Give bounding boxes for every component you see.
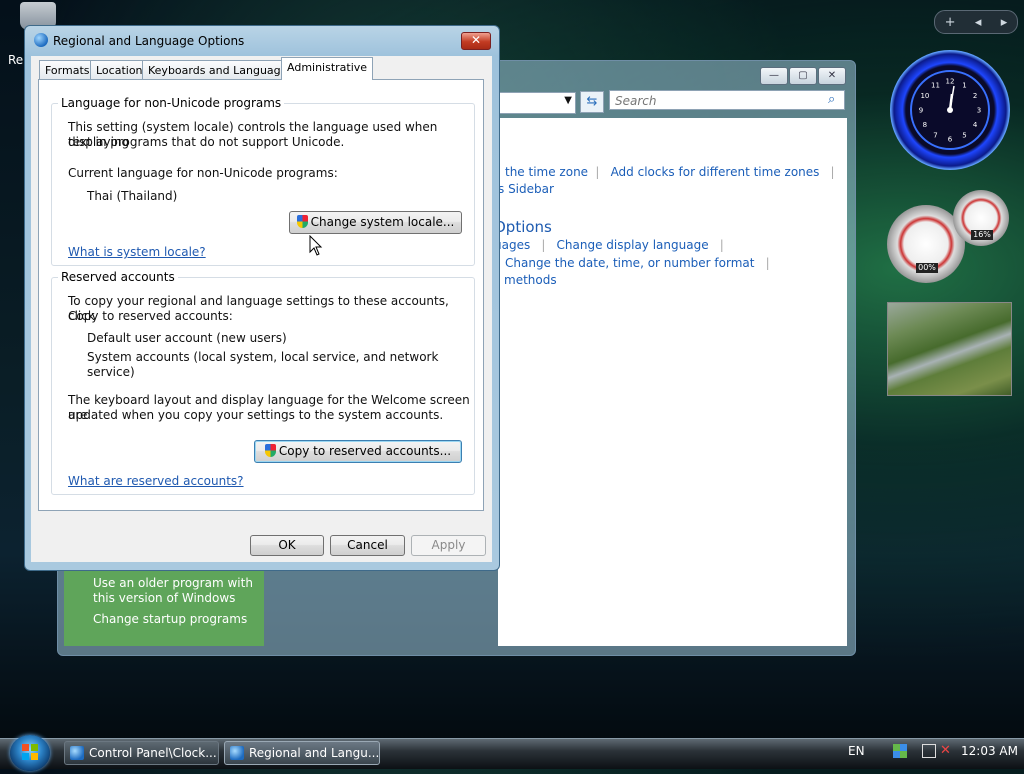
start-button[interactable]	[10, 735, 50, 771]
tab-keyboards-languages[interactable]: Keyboards and Languages	[142, 60, 300, 79]
cancel-button[interactable]: Cancel	[330, 535, 405, 556]
clock-numeral: 12	[946, 78, 955, 86]
clock-numeral: 6	[948, 136, 953, 144]
what-are-reserved-accounts-link[interactable]: What are reserved accounts?	[68, 474, 244, 488]
reserved-item-system-accounts: System accounts (local system, local ser…	[87, 350, 439, 379]
uac-shield-icon	[296, 215, 308, 228]
link-startup-programs[interactable]: Change startup programs	[93, 612, 263, 627]
copy-to-reserved-accounts-button[interactable]: Copy to reserved accounts...	[254, 440, 462, 463]
group-label-non-unicode: Language for non-Unicode programs	[58, 96, 285, 110]
link-time-zone[interactable]: the time zone	[505, 165, 588, 179]
link-input-methods[interactable]: methods	[504, 273, 557, 287]
globe-icon	[34, 33, 48, 47]
tab-formats[interactable]: Formats	[39, 60, 96, 79]
sidebar-add-button[interactable]: +	[945, 15, 956, 30]
clock-numeral: 10	[920, 92, 929, 100]
clock-numeral: 2	[973, 92, 977, 100]
windows-logo-icon	[22, 744, 38, 760]
volume-muted-icon[interactable]: ✕	[940, 743, 951, 758]
slideshow-gadget[interactable]	[887, 302, 1012, 396]
address-bar[interactable]: ▼	[499, 92, 576, 114]
current-language-value: Thai (Thailand)	[87, 189, 178, 203]
refresh-icon[interactable]: ⇆	[580, 91, 604, 113]
link-sidebar[interactable]: s Sidebar	[498, 182, 554, 196]
clock-numeral: 11	[931, 81, 940, 89]
clock-numeral: 1	[962, 81, 966, 89]
apply-button[interactable]: Apply	[411, 535, 486, 556]
close-button[interactable]: ✕	[818, 67, 846, 85]
clock-face: 12 1 2 3 4 5 6 7 8 9 10 11	[910, 70, 990, 150]
display-icon[interactable]	[922, 744, 936, 758]
reserved-item-default-user: Default user account (new users)	[87, 331, 287, 345]
administrative-tab-panel: Language for non-Unicode programs This s…	[38, 79, 484, 511]
change-system-locale-button[interactable]: Change system locale...	[289, 211, 462, 234]
what-is-system-locale-link[interactable]: What is system locale?	[68, 245, 206, 259]
recycle-bin-label: Re	[8, 53, 24, 67]
section-heading[interactable]: Options	[494, 218, 552, 236]
chevron-down-icon[interactable]: ▼	[564, 95, 572, 106]
control-panel-icon	[70, 746, 84, 760]
group-label-reserved-accounts: Reserved accounts	[58, 270, 178, 284]
language-indicator[interactable]: EN	[848, 744, 865, 758]
clock-hands-icon: 12 1234567891011	[919, 78, 981, 144]
regional-language-dialog: Regional and Language Options ✕ Formats …	[24, 25, 500, 571]
non-unicode-group: Language for non-Unicode programs This s…	[51, 96, 475, 266]
clock-numeral: 7	[933, 132, 937, 140]
link-date-format[interactable]: Change the date, time, or number format	[505, 256, 754, 270]
current-language-label: Current language for non-Unicode program…	[68, 166, 338, 180]
clock-numeral: 5	[962, 132, 966, 140]
globe-icon	[230, 746, 244, 760]
search-input[interactable]: Search	[609, 90, 845, 110]
locale-description-2: text in programs that do not support Uni…	[68, 135, 345, 149]
taskbar-item-regional-language[interactable]: Regional and Langu...	[224, 741, 380, 765]
ram-meter-value: 16%	[971, 230, 993, 240]
mouse-cursor-icon	[309, 235, 323, 256]
ok-button[interactable]: OK	[250, 535, 324, 556]
clock-time[interactable]: 12:03 AM	[961, 744, 1018, 758]
clock-numeral: 9	[919, 107, 923, 115]
tab-administrative[interactable]: Administrative	[281, 57, 374, 80]
clock-gadget[interactable]: 12 1 2 3 4 5 6 7 8 9 10 11	[890, 50, 1010, 170]
clock-numeral: 4	[973, 121, 978, 129]
dialog-title: Regional and Language Options	[53, 34, 245, 48]
minimize-button[interactable]: —	[760, 67, 788, 85]
reserved-description-4: updated when you copy your settings to t…	[68, 408, 444, 422]
dialog-body: Formats Location Keyboards and Languages…	[31, 56, 492, 562]
search-icon[interactable]: ⌕	[828, 92, 835, 107]
ram-meter-gadget[interactable]: 16%	[953, 190, 1009, 246]
taskbar-item-control-panel[interactable]: Control Panel\Clock...	[64, 741, 219, 765]
cpu-meter-value: 00%	[916, 263, 938, 273]
clock-numeral: 3	[977, 107, 981, 115]
close-button[interactable]: ✕	[461, 32, 491, 50]
sidebar-prev-button[interactable]: ◂	[975, 15, 982, 30]
sidebar-controls: + ◂ ▸	[934, 10, 1018, 34]
sidebar-next-button[interactable]: ▸	[1001, 15, 1008, 30]
link-display-language[interactable]: Change display language	[557, 238, 709, 252]
reserved-accounts-group: Reserved accounts To copy your regional …	[51, 270, 475, 495]
link-older-program[interactable]: Use an older program with this version o…	[93, 576, 263, 606]
maximize-button[interactable]: ▢	[789, 67, 817, 85]
link-add-clocks[interactable]: Add clocks for different time zones	[611, 165, 820, 179]
tab-location[interactable]: Location	[90, 60, 149, 79]
network-icon[interactable]	[893, 744, 907, 758]
control-panel-content: the time zone | Add clocks for different…	[494, 118, 847, 646]
related-tasks-panel: Use an older program with this version o…	[64, 566, 264, 646]
clock-numeral: 8	[923, 121, 927, 129]
reserved-description-2: Copy to reserved accounts:	[68, 309, 233, 323]
uac-shield-icon	[264, 444, 276, 457]
